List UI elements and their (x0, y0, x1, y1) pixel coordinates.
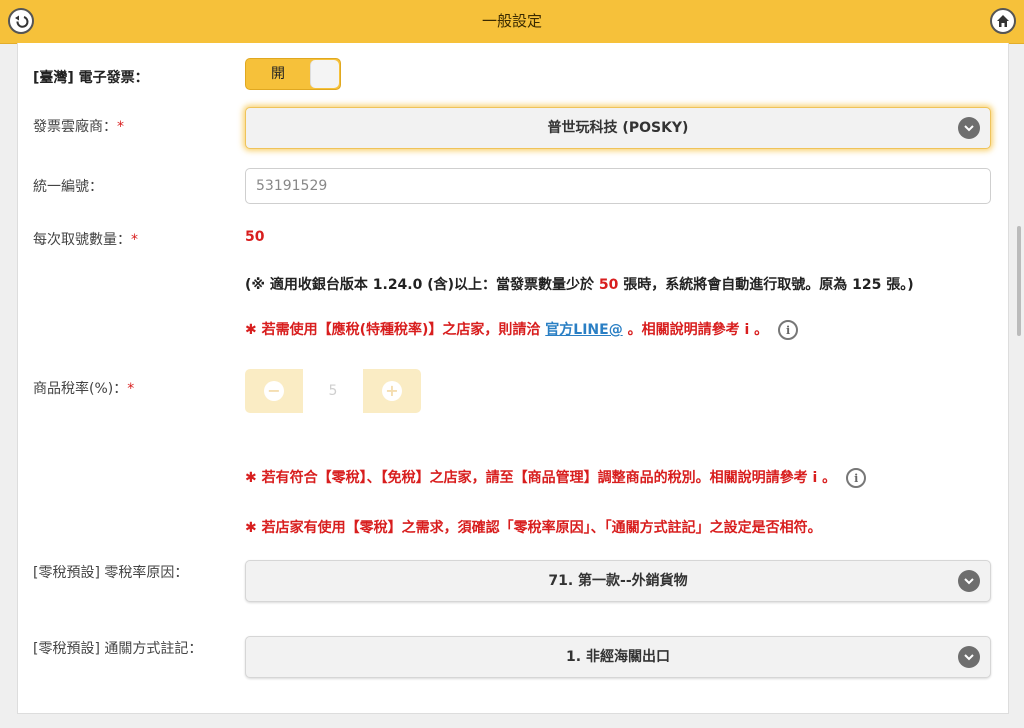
einvoice-toggle[interactable]: 開 (245, 58, 341, 90)
toggle-knob[interactable] (310, 60, 339, 88)
zero-tax-note-1: ✱ 若有符合【零稅】、【免稅】之店家，請至【商品管理】調整商品的稅別。相關說明請… (245, 467, 867, 488)
scrollbar[interactable] (1017, 226, 1021, 336)
special-tax-note: ✱ 若需使用【應稅(特種稅率)】之店家，則請洽 官方LINE@ 。相關說明請參考… (245, 319, 799, 340)
chevron-down-icon (958, 570, 980, 592)
customs-select[interactable]: 1. 非經海關出口 (245, 636, 991, 678)
zero-reason-select[interactable]: 71. 第一款--外銷貨物 (245, 560, 991, 602)
home-icon (997, 15, 1009, 27)
header-bar: 一般設定 (0, 0, 1024, 44)
customs-label: [零稅預設] 通關方式註記： (33, 641, 203, 657)
settings-panel: [臺灣] 電子發票： 開 發票雲廠商：* 普世玩科技 (POSKY) 統一編號：… (17, 43, 1009, 714)
chevron-down-icon (958, 646, 980, 668)
home-button[interactable] (990, 8, 1016, 34)
vendor-value: 普世玩科技 (POSKY) (547, 120, 689, 136)
minus-icon: − (264, 381, 284, 401)
einvoice-label: [臺灣] 電子發票： (33, 70, 149, 86)
plus-button[interactable]: + (363, 369, 421, 413)
tax-rate-stepper[interactable]: − 5 + (245, 369, 421, 413)
customs-value: 1. 非經海關出口 (566, 649, 670, 665)
fetch-count-value: 50 (245, 229, 265, 245)
tax-id-label: 統一編號： (33, 179, 103, 195)
plus-icon: + (382, 381, 402, 401)
tax-id-input[interactable]: 53191529 (245, 168, 991, 204)
page-title: 一般設定 (481, 12, 542, 30)
vendor-label: 發票雲廠商：* (33, 119, 124, 135)
toggle-on-label: 開 (271, 66, 285, 82)
zero-reason-value: 71. 第一款--外銷貨物 (548, 573, 688, 589)
vendor-select[interactable]: 普世玩科技 (POSKY) (245, 107, 991, 149)
minus-button[interactable]: − (245, 369, 303, 413)
info-icon[interactable]: i (778, 320, 799, 340)
zero-reason-label: [零稅預設] 零稅率原因： (33, 565, 189, 581)
tax-rate-value[interactable]: 5 (303, 369, 363, 413)
fetch-count-label: 每次取號數量：* (33, 232, 138, 248)
tax-rate-label: 商品稅率(%)：* (33, 381, 135, 397)
fetch-count-note: (※ 適用收銀台版本 1.24.0 (含)以上：當發票數量少於 50 張時，系統… (245, 277, 914, 293)
info-icon[interactable]: i (846, 468, 867, 488)
chevron-down-icon (958, 117, 980, 139)
zero-tax-note-2: ✱ 若店家有使用【零稅】之需求，須確認「零稅率原因」、「通關方式註記」之設定是否… (245, 520, 822, 536)
line-link[interactable]: 官方LINE@ (545, 322, 622, 338)
